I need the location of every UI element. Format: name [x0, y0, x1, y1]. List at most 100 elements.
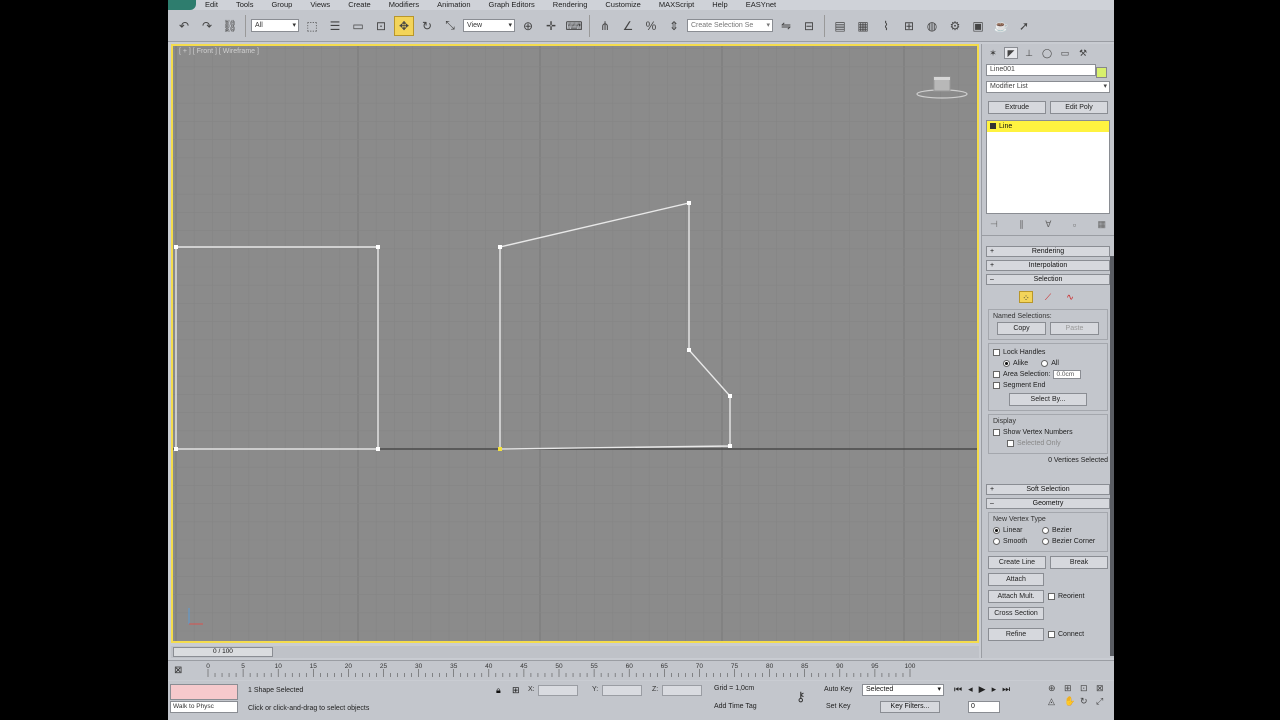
pin-stack-icon[interactable]: ⊣: [990, 219, 998, 230]
menu-easynet[interactable]: EASYnet: [737, 0, 785, 10]
extrude-button[interactable]: Extrude: [988, 101, 1046, 114]
bezier-corner-radio[interactable]: [1042, 538, 1049, 545]
area-selection-checkbox[interactable]: [993, 371, 1000, 378]
object-name-field[interactable]: Line001: [986, 64, 1096, 76]
linear-radio[interactable]: [993, 527, 1000, 534]
viewport-label[interactable]: [ + ] [ Front ] [ Wireframe ]: [179, 48, 259, 55]
layer-manager-icon[interactable]: ▤: [830, 16, 850, 36]
orbit-icon[interactable]: ↻: [1080, 696, 1094, 707]
segment-end-checkbox[interactable]: [993, 382, 1000, 389]
render-setup-icon[interactable]: ⚙: [945, 16, 965, 36]
modifier-list-dropdown[interactable]: Modifier List: [986, 81, 1110, 93]
zoom-extents-icon[interactable]: ⊡: [1080, 683, 1094, 694]
show-vertex-numbers-row[interactable]: Show Vertex Numbers: [993, 427, 1103, 438]
field-of-view-icon[interactable]: ◬: [1048, 696, 1062, 707]
menu-help[interactable]: Help: [703, 0, 736, 10]
attach-button[interactable]: Attach: [988, 573, 1044, 586]
maxscript-listener-input[interactable]: [170, 684, 238, 700]
manipulate-icon[interactable]: ✛: [541, 16, 561, 36]
angle-snap-icon[interactable]: ∠: [618, 16, 638, 36]
lock-selection-icon[interactable]: 🔒︎: [496, 685, 501, 696]
selected-only-row[interactable]: Selected Only: [993, 438, 1103, 449]
add-time-tag-button[interactable]: Add Time Tag: [714, 703, 757, 710]
edit-poly-button[interactable]: Edit Poly: [1050, 101, 1108, 114]
connect-row[interactable]: Connect: [1048, 629, 1084, 640]
menu-maxscript[interactable]: MAXScript: [650, 0, 703, 10]
key-mode-dropdown[interactable]: Selected: [862, 684, 944, 696]
curve-editor-icon[interactable]: ⌇: [876, 16, 896, 36]
menu-customize[interactable]: Customize: [596, 0, 649, 10]
menu-modifiers[interactable]: Modifiers: [380, 0, 428, 10]
graphite-tools-icon[interactable]: ▦: [853, 16, 873, 36]
vertex-level-icon[interactable]: ⁘: [1019, 291, 1033, 303]
tab-display-icon[interactable]: ▭: [1058, 47, 1072, 59]
zoom-extents-all-icon[interactable]: ⊠: [1096, 683, 1110, 694]
y-coordinate-field[interactable]: [602, 685, 642, 696]
reorient-row[interactable]: Reorient: [1048, 591, 1084, 602]
menu-tools[interactable]: Tools: [227, 0, 263, 10]
break-button[interactable]: Break: [1050, 556, 1108, 569]
remove-modifier-icon[interactable]: ▫: [1073, 220, 1076, 230]
selection-filter-dropdown[interactable]: All: [251, 19, 299, 32]
keyboard-shortcut-icon[interactable]: ⌨: [564, 16, 584, 36]
zoom-all-icon[interactable]: ⊞: [1064, 683, 1078, 694]
bezier-radio[interactable]: [1042, 527, 1049, 534]
maxscript-listener-output[interactable]: Walk to Physc: [170, 701, 238, 713]
move-icon[interactable]: ✥: [394, 15, 414, 36]
undo-icon[interactable]: ↶: [174, 16, 194, 36]
rollout-interpolation[interactable]: Interpolation: [986, 260, 1110, 271]
current-frame-field[interactable]: 0: [968, 701, 1000, 713]
show-end-result-icon[interactable]: ∥: [1019, 219, 1024, 230]
menu-create[interactable]: Create: [339, 0, 380, 10]
paste-button[interactable]: Paste: [1050, 322, 1099, 335]
align-icon[interactable]: ⊟: [799, 16, 819, 36]
go-to-end-icon[interactable]: ⏭: [1002, 684, 1010, 695]
select-by-name-icon[interactable]: ☰: [325, 16, 345, 36]
set-key-button[interactable]: Set Key: [826, 703, 851, 710]
alike-radio[interactable]: [1003, 360, 1010, 367]
select-by-button[interactable]: Select By...: [1009, 393, 1087, 406]
rollout-soft-selection[interactable]: Soft Selection: [986, 484, 1110, 495]
menu-views[interactable]: Views: [301, 0, 339, 10]
z-coordinate-field[interactable]: [662, 685, 702, 696]
segment-end-row[interactable]: Segment End: [993, 380, 1103, 391]
absolute-offset-toggle-icon[interactable]: ⊞: [512, 685, 520, 696]
pan-icon[interactable]: ✋: [1064, 696, 1078, 707]
reference-coordinate-dropdown[interactable]: View: [463, 19, 515, 32]
attach-mult-button[interactable]: Attach Mult.: [988, 590, 1044, 603]
tab-hierarchy-icon[interactable]: ⊥: [1022, 47, 1036, 59]
stack-item-line[interactable]: Line: [987, 121, 1109, 132]
lock-handles-checkbox[interactable]: [993, 349, 1000, 356]
menu-group[interactable]: Group: [262, 0, 301, 10]
configure-sets-icon[interactable]: ▦: [1097, 219, 1106, 230]
menu-animation[interactable]: Animation: [428, 0, 479, 10]
spline-level-icon[interactable]: ∿: [1063, 291, 1077, 303]
copy-button[interactable]: Copy: [997, 322, 1046, 335]
region-select-icon[interactable]: ▭: [348, 16, 368, 36]
x-coordinate-field[interactable]: [538, 685, 578, 696]
rotate-icon[interactable]: ↻: [417, 16, 437, 36]
key-icon[interactable]: ⚷: [796, 689, 806, 705]
create-line-button[interactable]: Create Line: [988, 556, 1046, 569]
lock-handles-row[interactable]: Lock Handles: [993, 347, 1103, 358]
menu-rendering[interactable]: Rendering: [544, 0, 597, 10]
percent-snap-icon[interactable]: %: [641, 16, 661, 36]
named-selection-set-dropdown[interactable]: Create Selection Se: [687, 19, 773, 32]
rendered-frame-icon[interactable]: ▣: [968, 16, 988, 36]
time-slider[interactable]: 0 / 100: [171, 646, 979, 658]
viewcube-icon[interactable]: [915, 74, 969, 100]
scale-icon[interactable]: ⤡: [440, 16, 460, 36]
command-panel-scrollbar[interactable]: [1110, 256, 1114, 656]
all-radio[interactable]: [1041, 360, 1049, 367]
tab-utilities-icon[interactable]: ⚒: [1076, 47, 1090, 59]
schematic-view-icon[interactable]: ⊞: [899, 16, 919, 36]
play-icon[interactable]: ▶: [979, 684, 986, 695]
object-color-swatch[interactable]: [1096, 67, 1107, 78]
previous-frame-icon[interactable]: ◂: [968, 684, 973, 695]
rollout-geometry[interactable]: Geometry: [986, 498, 1110, 509]
go-to-start-icon[interactable]: ⏮: [954, 684, 962, 695]
rollout-rendering[interactable]: Rendering: [986, 246, 1110, 257]
auto-key-button[interactable]: Auto Key: [824, 686, 852, 693]
menu-edit[interactable]: Edit: [196, 0, 227, 10]
reorient-checkbox[interactable]: [1048, 593, 1055, 600]
